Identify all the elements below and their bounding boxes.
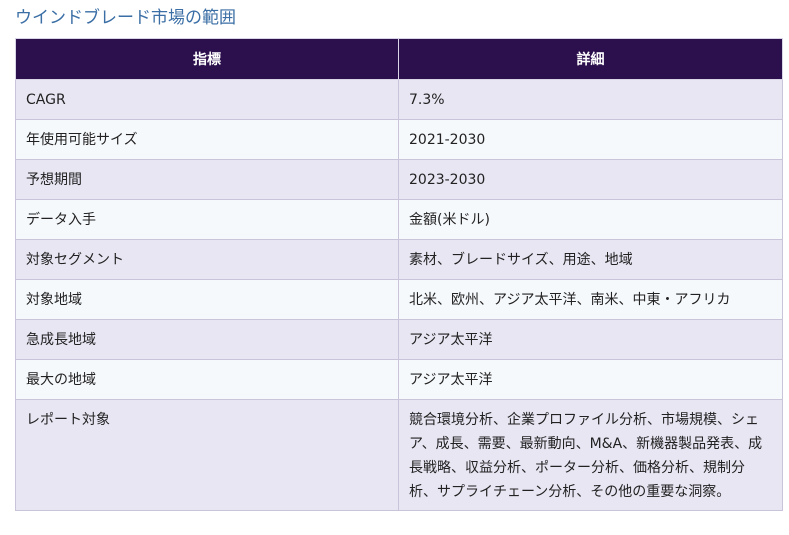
detail-cell: アジア太平洋: [398, 359, 783, 400]
table-header-row: 指標 詳細: [15, 38, 783, 80]
metric-cell: CAGR: [15, 79, 399, 120]
column-header-metric: 指標: [15, 38, 399, 80]
scope-table: 指標 詳細 CAGR 7.3% 年使用可能サイズ 2021-2030 予想期間 …: [15, 38, 783, 511]
metric-cell: 年使用可能サイズ: [15, 119, 399, 160]
section-title: ウインドブレード市場の範囲: [15, 8, 236, 28]
detail-cell: 北米、欧州、アジア太平洋、南米、中東・アフリカ: [398, 279, 783, 320]
detail-cell: 2023-2030: [398, 159, 783, 200]
table-row: 予想期間 2023-2030: [15, 159, 783, 200]
detail-cell: アジア太平洋: [398, 319, 783, 360]
table-row: 最大の地域 アジア太平洋: [15, 359, 783, 400]
table-row: CAGR 7.3%: [15, 79, 783, 120]
detail-cell: 競合環境分析、企業プロファイル分析、市場規模、シェア、成長、需要、最新動向、M&…: [398, 399, 783, 511]
detail-cell: 素材、ブレードサイズ、用途、地域: [398, 239, 783, 280]
page: ウインドブレード市場の範囲 指標 詳細 CAGR 7.3% 年使用可能サイズ 2…: [0, 0, 789, 535]
detail-cell: 2021-2030: [398, 119, 783, 160]
metric-cell: 急成長地域: [15, 319, 399, 360]
table-row: 年使用可能サイズ 2021-2030: [15, 119, 783, 160]
table-row: レポート対象 競合環境分析、企業プロファイル分析、市場規模、シェア、成長、需要、…: [15, 399, 783, 511]
table-row: 対象地域 北米、欧州、アジア太平洋、南米、中東・アフリカ: [15, 279, 783, 320]
table-row: 急成長地域 アジア太平洋: [15, 319, 783, 360]
column-header-detail: 詳細: [398, 38, 783, 80]
table-row: データ入手 金額(米ドル): [15, 199, 783, 240]
detail-cell: 金額(米ドル): [398, 199, 783, 240]
metric-cell: 最大の地域: [15, 359, 399, 400]
metric-cell: 対象セグメント: [15, 239, 399, 280]
metric-cell: 予想期間: [15, 159, 399, 200]
table-row: 対象セグメント 素材、ブレードサイズ、用途、地域: [15, 239, 783, 280]
metric-cell: 対象地域: [15, 279, 399, 320]
metric-cell: データ入手: [15, 199, 399, 240]
metric-cell: レポート対象: [15, 399, 399, 511]
detail-cell: 7.3%: [398, 79, 783, 120]
